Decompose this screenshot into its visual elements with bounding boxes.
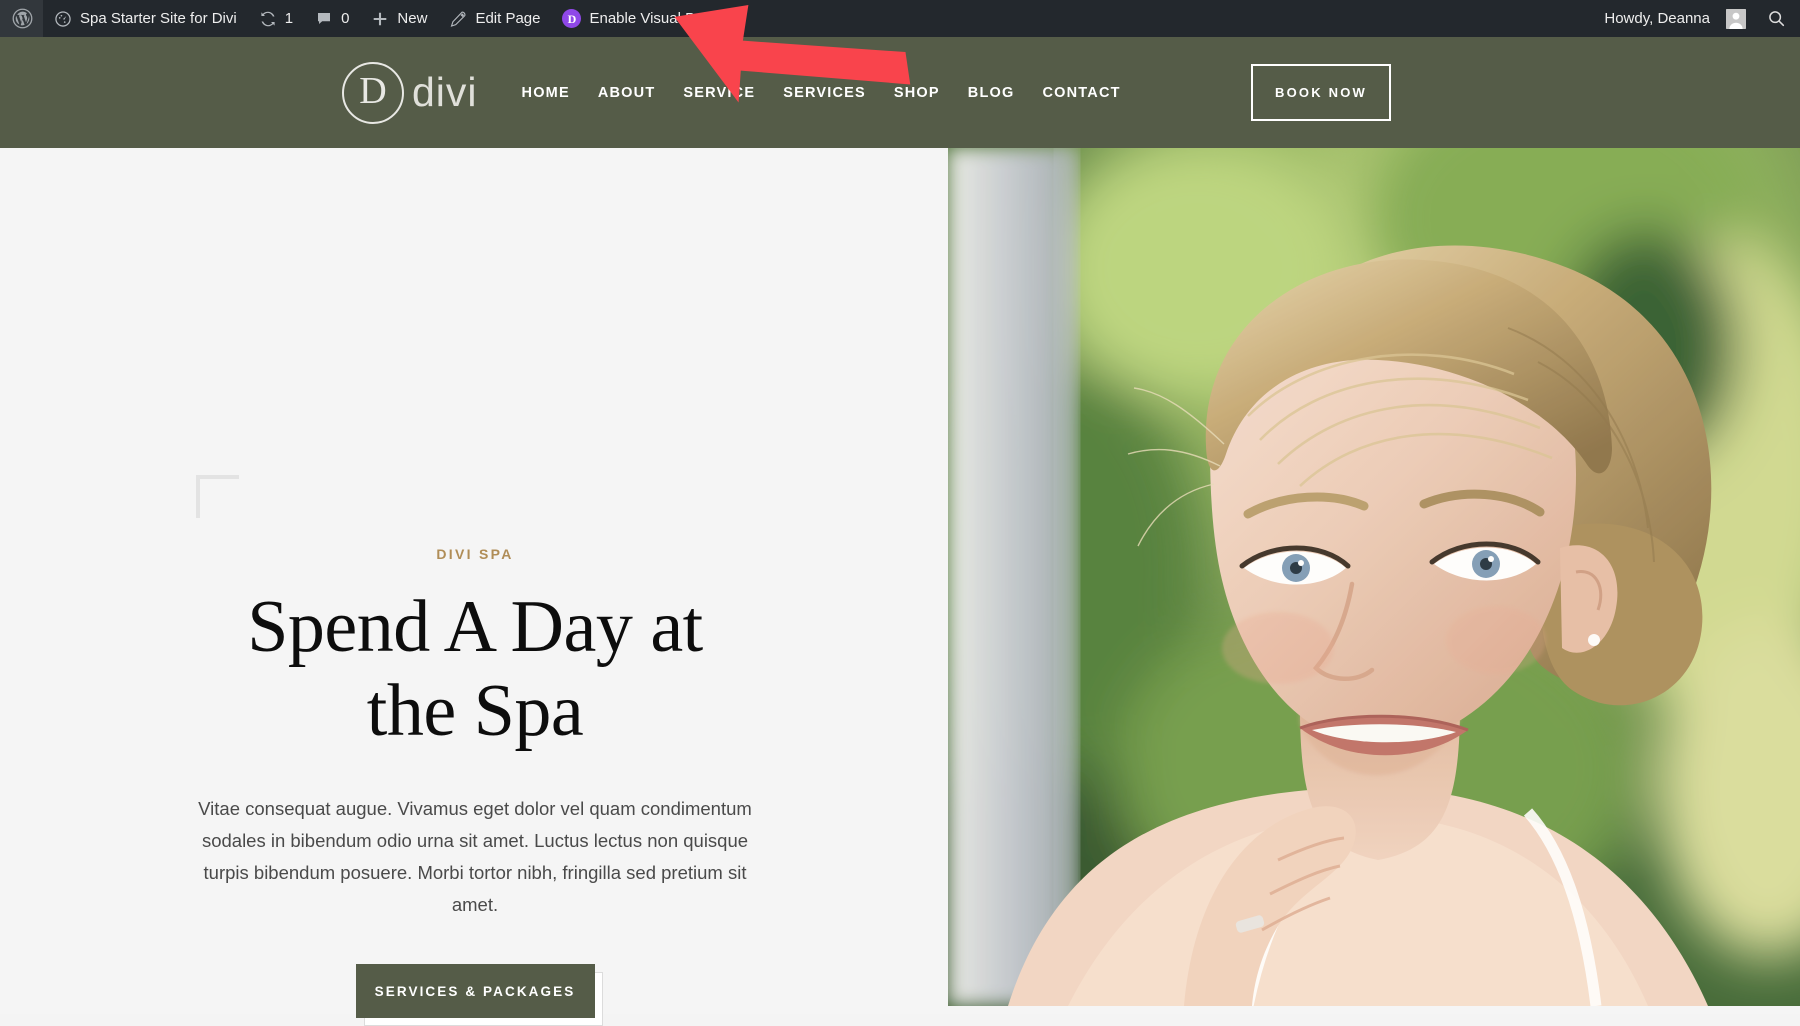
hero-section: DIVI SPA Spend A Day at the Spa Vitae co…: [0, 148, 1800, 1026]
howdy-label: Howdy, Deanna: [1604, 10, 1710, 27]
site-header: D divi HOME ABOUT SERVICE SERVICES SHOP …: [0, 37, 1800, 148]
updates-icon: [259, 10, 277, 28]
updates-count: 1: [284, 10, 294, 27]
enable-visual-builder-label: Enable Visual Builder: [589, 10, 732, 27]
nav-item-blog[interactable]: BLOG: [954, 85, 1029, 101]
enable-visual-builder-button[interactable]: D Enable Visual Builder: [551, 0, 742, 37]
site-name-label: Spa Starter Site for Divi: [80, 10, 237, 27]
primary-navigation: HOME ABOUT SERVICE SERVICES SHOP BLOG CO…: [508, 85, 1135, 101]
wordpress-logo-button[interactable]: [0, 0, 43, 37]
cta-wrapper: SERVICES & PACKAGES: [355, 964, 603, 1026]
woman-portrait-photo: [948, 148, 1800, 1006]
site-name-menu[interactable]: Spa Starter Site for Divi: [43, 0, 248, 37]
nav-item-about[interactable]: ABOUT: [584, 85, 670, 101]
divi-logo-mark: D: [342, 61, 404, 124]
updates-button[interactable]: 1: [248, 0, 304, 37]
hero-eyebrow: DIVI SPA: [436, 546, 514, 562]
book-now-button[interactable]: BOOK NOW: [1251, 64, 1391, 121]
hero-copy: DIVI SPA Spend A Day at the Spa Vitae co…: [196, 398, 754, 1026]
divi-logo-wordmark: divi: [412, 69, 478, 115]
new-content-label: New: [397, 10, 428, 27]
divi-logo[interactable]: D divi: [342, 61, 478, 124]
new-content-button[interactable]: New: [360, 0, 438, 37]
services-and-packages-button[interactable]: SERVICES & PACKAGES: [355, 964, 595, 1019]
hero-photo: [948, 148, 1800, 1006]
dashboard-icon: [54, 10, 72, 28]
comment-bubble-icon: [315, 10, 333, 28]
comments-count: 0: [341, 10, 350, 27]
nav-item-shop[interactable]: SHOP: [880, 85, 954, 101]
hero-paragraph: Vitae consequat augue. Vivamus eget dolo…: [198, 798, 752, 915]
admin-search-button[interactable]: [1757, 0, 1800, 37]
edit-page-button[interactable]: Edit Page: [438, 0, 551, 37]
pencil-icon: [449, 10, 467, 28]
wordpress-logo-icon: [12, 8, 33, 29]
wp-admin-bar: Spa Starter Site for Divi 1 0 New Edit P…: [0, 0, 1800, 37]
nav-item-contact[interactable]: CONTACT: [1028, 85, 1134, 101]
user-avatar-icon: [1726, 8, 1746, 29]
my-account-menu[interactable]: Howdy, Deanna: [1593, 0, 1757, 37]
page-title: Spend A Day at the Spa: [247, 586, 703, 752]
plus-icon: [371, 10, 389, 28]
nav-item-service[interactable]: SERVICE: [669, 85, 769, 101]
edit-page-label: Edit Page: [475, 10, 541, 27]
nav-item-services[interactable]: SERVICES: [769, 85, 880, 101]
hero-text-column: DIVI SPA Spend A Day at the Spa Vitae co…: [0, 148, 948, 1026]
divi-badge-icon: D: [562, 9, 582, 28]
nav-item-home[interactable]: HOME: [508, 85, 584, 101]
comments-button[interactable]: 0: [304, 0, 360, 37]
search-icon: [1767, 9, 1786, 28]
